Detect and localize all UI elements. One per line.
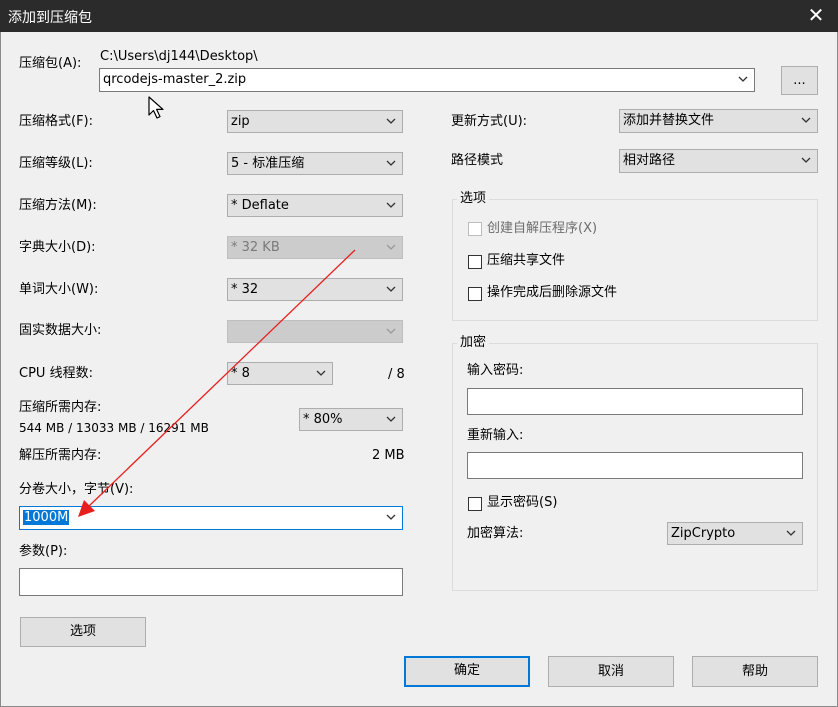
options-group-title: 选项 bbox=[457, 191, 490, 207]
algo-select[interactable]: ZipCrypto bbox=[667, 522, 803, 545]
params-input[interactable] bbox=[19, 568, 403, 596]
level-label: 压缩等级(L): bbox=[19, 156, 93, 171]
level-value: 5 - 标准压缩 bbox=[231, 156, 305, 171]
method-select[interactable]: * Deflate bbox=[227, 194, 403, 217]
help-button[interactable]: 帮助 bbox=[692, 656, 818, 687]
solid-select bbox=[227, 320, 403, 343]
chevron-down-icon bbox=[799, 153, 813, 167]
shared-checkbox[interactable] bbox=[468, 255, 482, 269]
dict-select: * 32 KB bbox=[227, 236, 403, 259]
chevron-down-icon bbox=[799, 113, 813, 127]
volume-label: 分卷大小，字节(V): bbox=[19, 482, 134, 497]
cpu-select[interactable]: * 8 bbox=[227, 362, 333, 385]
browse-button[interactable]: ... bbox=[781, 66, 818, 95]
ok-button[interactable]: 确定 bbox=[404, 656, 530, 687]
algo-value: ZipCrypto bbox=[671, 526, 736, 541]
dict-label: 字典大小(D): bbox=[19, 240, 96, 255]
format-value: zip bbox=[231, 114, 250, 129]
algo-label: 加密算法: bbox=[467, 526, 524, 541]
archive-label: 压缩包(A): bbox=[19, 56, 82, 71]
delete-label[interactable]: 操作完成后删除源文件 bbox=[487, 285, 617, 301]
encrypt-group-title: 加密 bbox=[457, 335, 490, 351]
level-select[interactable]: 5 - 标准压缩 bbox=[227, 152, 403, 175]
chevron-down-icon bbox=[384, 412, 398, 426]
chevron-down-icon bbox=[384, 510, 398, 524]
mem-decompress-label: 解压所需内存: bbox=[19, 448, 102, 463]
dict-value: * 32 KB bbox=[231, 240, 280, 255]
cpu-label: CPU 线程数: bbox=[19, 366, 93, 381]
delete-checkbox[interactable] bbox=[468, 287, 482, 301]
method-label: 压缩方法(M): bbox=[19, 198, 97, 213]
archive-filename-combo[interactable]: qrcodejs-master_2.zip bbox=[99, 68, 755, 92]
word-label: 单词大小(W): bbox=[19, 282, 99, 297]
word-value: * 32 bbox=[231, 282, 259, 297]
chevron-down-icon bbox=[384, 324, 398, 338]
method-value: * Deflate bbox=[231, 198, 289, 213]
chevron-down-icon bbox=[736, 72, 750, 86]
volume-combo[interactable]: 1000M bbox=[19, 506, 403, 530]
params-label: 参数(P): bbox=[19, 544, 68, 559]
chevron-down-icon bbox=[384, 198, 398, 212]
close-button[interactable]: ✕ bbox=[794, 0, 838, 32]
reenter-label: 重新输入: bbox=[467, 428, 524, 443]
mem-percent-select[interactable]: * 80% bbox=[299, 408, 403, 431]
title-bar: 添加到压缩包 ✕ bbox=[0, 0, 838, 32]
archive-path: C:\Users\dj144\Desktop\ bbox=[100, 49, 258, 64]
format-select[interactable]: zip bbox=[227, 110, 403, 133]
chevron-down-icon bbox=[384, 156, 398, 170]
chevron-down-icon bbox=[384, 282, 398, 296]
mem-compress-detail: 544 MB / 13033 MB / 16291 MB bbox=[19, 421, 209, 435]
options-button[interactable]: 选项 bbox=[20, 617, 146, 647]
path-mode-value: 相对路径 bbox=[623, 153, 676, 168]
mem-decompress-value: 2 MB bbox=[372, 448, 405, 463]
close-icon: ✕ bbox=[807, 3, 825, 27]
show-password-checkbox[interactable] bbox=[468, 497, 482, 511]
sfx-checkbox bbox=[468, 222, 482, 236]
cancel-button[interactable]: 取消 bbox=[548, 656, 674, 687]
mouse-cursor-icon bbox=[148, 96, 164, 119]
solid-label: 固实数据大小: bbox=[19, 323, 102, 338]
shared-label[interactable]: 压缩共享文件 bbox=[487, 253, 565, 269]
mem-compress-label: 压缩所需内存: bbox=[19, 400, 102, 415]
cpu-max: / 8 bbox=[388, 367, 405, 382]
mem-percent-value: * 80% bbox=[303, 412, 343, 427]
update-label: 更新方式(U): bbox=[451, 114, 528, 129]
password-input[interactable] bbox=[467, 388, 803, 415]
format-label: 压缩格式(F): bbox=[19, 114, 94, 129]
show-password-label[interactable]: 显示密码(S) bbox=[487, 495, 557, 511]
chevron-down-icon bbox=[314, 366, 328, 380]
password-label: 输入密码: bbox=[467, 363, 524, 378]
update-value: 添加并替换文件 bbox=[623, 113, 715, 128]
chevron-down-icon bbox=[784, 526, 798, 540]
cpu-value: * 8 bbox=[231, 366, 250, 381]
archive-filename: qrcodejs-master_2.zip bbox=[103, 72, 247, 87]
path-mode-select[interactable]: 相对路径 bbox=[619, 149, 818, 173]
window-title: 添加到压缩包 bbox=[8, 10, 92, 26]
update-select[interactable]: 添加并替换文件 bbox=[619, 109, 818, 133]
reenter-password-input[interactable] bbox=[467, 452, 803, 479]
chevron-down-icon bbox=[384, 240, 398, 254]
chevron-down-icon bbox=[384, 114, 398, 128]
sfx-label: 创建自解压程序(X) bbox=[487, 221, 598, 236]
path-mode-label: 路径模式 bbox=[451, 153, 504, 168]
volume-value: 1000M bbox=[23, 510, 70, 525]
word-select[interactable]: * 32 bbox=[227, 278, 403, 301]
